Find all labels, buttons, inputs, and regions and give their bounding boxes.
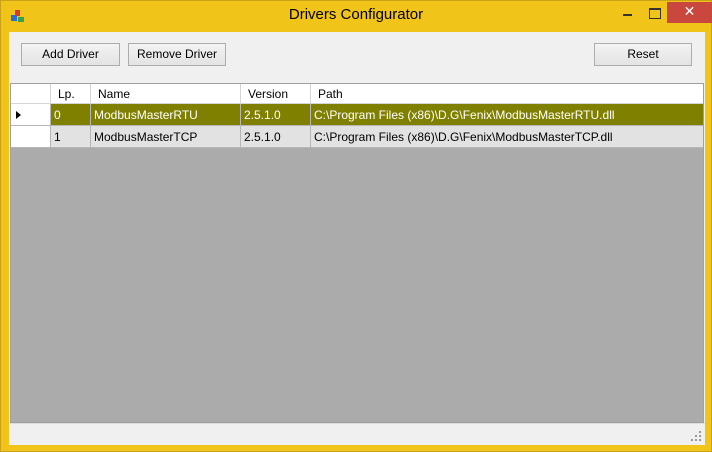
remove-driver-button[interactable]: Remove Driver	[128, 43, 226, 66]
reset-button[interactable]: Reset	[594, 43, 692, 66]
cell-path[interactable]: C:\Program Files (x86)\D.G\Fenix\ModbusM…	[311, 126, 703, 148]
row-header[interactable]	[11, 126, 51, 148]
cell-name[interactable]: ModbusMasterTCP	[91, 126, 241, 148]
cell-version[interactable]: 2.5.1.0	[241, 126, 311, 148]
column-header-version[interactable]: Version	[241, 84, 311, 104]
close-icon: ✕	[683, 4, 696, 20]
cell-lp[interactable]: 1	[51, 126, 91, 148]
table-row[interactable]: 1 ModbusMasterTCP 2.5.1.0 C:\Program Fil…	[11, 126, 703, 148]
column-header-lp[interactable]: Lp.	[51, 84, 91, 104]
row-header-corner[interactable]	[11, 84, 51, 104]
add-driver-button[interactable]: Add Driver	[21, 43, 120, 66]
table-row[interactable]: 0 ModbusMasterRTU 2.5.1.0 C:\Program Fil…	[11, 104, 703, 126]
cell-name[interactable]: ModbusMasterRTU	[91, 104, 241, 126]
column-header-path[interactable]: Path	[311, 84, 703, 104]
window-title: Drivers Configurator	[288, 6, 424, 23]
column-header-name[interactable]: Name	[91, 84, 241, 104]
cell-lp[interactable]: 0	[51, 104, 91, 126]
title-bar[interactable]: Drivers Configurator ✕	[1, 1, 712, 32]
row-header[interactable]	[11, 104, 51, 126]
status-bar	[9, 423, 705, 445]
cell-version[interactable]: 2.5.1.0	[241, 104, 311, 126]
client-area: Add Driver Remove Driver Reset Lp. Name …	[9, 32, 705, 445]
drivers-grid[interactable]: Lp. Name Version Path 0 ModbusMasterRTU …	[10, 83, 704, 423]
row-pointer-icon	[16, 111, 21, 119]
maximize-button[interactable]	[641, 2, 667, 23]
minimize-button[interactable]	[614, 2, 641, 23]
grid-header: Lp. Name Version Path	[11, 84, 703, 104]
close-button[interactable]: ✕	[667, 2, 712, 23]
cell-path[interactable]: C:\Program Files (x86)\D.G\Fenix\ModbusM…	[311, 104, 703, 126]
resize-grip-icon[interactable]	[691, 431, 702, 442]
app-window: Drivers Configurator ✕ Add Driver Remove…	[0, 0, 712, 452]
